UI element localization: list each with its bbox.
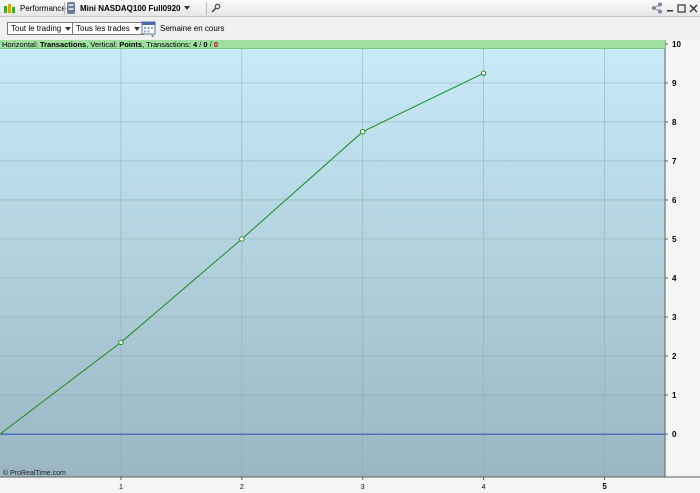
chevron-down-icon: [65, 26, 72, 31]
x-tick-label: 2: [240, 484, 244, 491]
plot-area[interactable]: [0, 40, 665, 477]
x-tick-label: 1: [119, 484, 123, 491]
window-titlebar: Performance Mini NASDAQ100 Full0920: [0, 0, 700, 17]
divider: [64, 2, 65, 15]
y-tick-label: 7: [672, 157, 677, 166]
close-icon[interactable]: [689, 0, 698, 16]
toolbar: Tout le trading Tous les trades Semaine …: [0, 17, 700, 39]
data-point: [118, 339, 124, 346]
period-label: Semaine en cours: [160, 24, 225, 33]
chart-svg: 0 1 2 3 4 5 6 7 8 9 10 1 2 3 4 5: [0, 40, 700, 493]
y-tick-label: 2: [672, 352, 677, 361]
y-tick-label: 1: [672, 391, 677, 400]
horizontal-value: Transactions: [39, 40, 87, 49]
performance-tab[interactable]: Performance: [20, 0, 66, 16]
performance-tab-label: Performance: [20, 3, 66, 13]
trades-select-value: Tous les trades: [76, 24, 130, 33]
performance-icon: [3, 0, 17, 16]
scope-select[interactable]: Tout le trading: [7, 22, 76, 35]
y-tick-label: 9: [672, 79, 677, 88]
horizontal-prefix: Horizontal:: [2, 40, 38, 49]
minimize-icon[interactable]: [666, 0, 674, 16]
performance-chart: 0 1 2 3 4 5 6 7 8 9 10 1 2 3 4 5 Horizontal: Transacti…: [0, 40, 700, 493]
chevron-down-icon: [184, 6, 191, 10]
x-tick-label: 5: [602, 482, 607, 491]
data-point: [239, 236, 245, 242]
y-tick-label: 8: [672, 118, 677, 127]
wrench-icon[interactable]: [210, 0, 221, 16]
x-tick-label: 4: [482, 484, 486, 491]
transactions-losing: 0: [213, 40, 219, 49]
calendar-icon[interactable]: [141, 20, 156, 39]
y-tick-label: 4: [672, 274, 677, 283]
maximize-icon[interactable]: [677, 0, 686, 16]
share-icon[interactable]: [651, 0, 663, 16]
y-tick-label: 10: [672, 40, 681, 49]
y-tick-label: 3: [672, 313, 677, 322]
instrument-selector[interactable]: Mini NASDAQ100 Full0920: [80, 0, 191, 16]
y-tick-label: 5: [672, 235, 677, 244]
data-point: [480, 70, 487, 76]
copyright-label: © ProRealTime.com: [3, 470, 66, 477]
transactions-prefix: , Transactions:: [142, 40, 191, 49]
info-bar: Horizontal: Transactions, Vertical: Poin…: [0, 40, 665, 49]
divider: [206, 2, 207, 15]
chevron-down-icon: [133, 26, 140, 31]
instrument-label: Mini NASDAQ100 Full0920: [80, 3, 181, 13]
instrument-icon: [66, 0, 76, 16]
performance-window: Performance Mini NASDAQ100 Full0920 Tout…: [0, 0, 700, 493]
vertical-value: Points: [119, 40, 143, 49]
y-tick-label: 6: [672, 196, 677, 205]
data-point: [360, 128, 366, 135]
scope-select-value: Tout le trading: [11, 24, 62, 33]
x-tick-label: 3: [361, 484, 365, 491]
y-tick-label: 0: [672, 430, 677, 439]
vertical-prefix: , Vertical:: [86, 40, 118, 49]
trades-select[interactable]: Tous les trades: [72, 22, 144, 35]
